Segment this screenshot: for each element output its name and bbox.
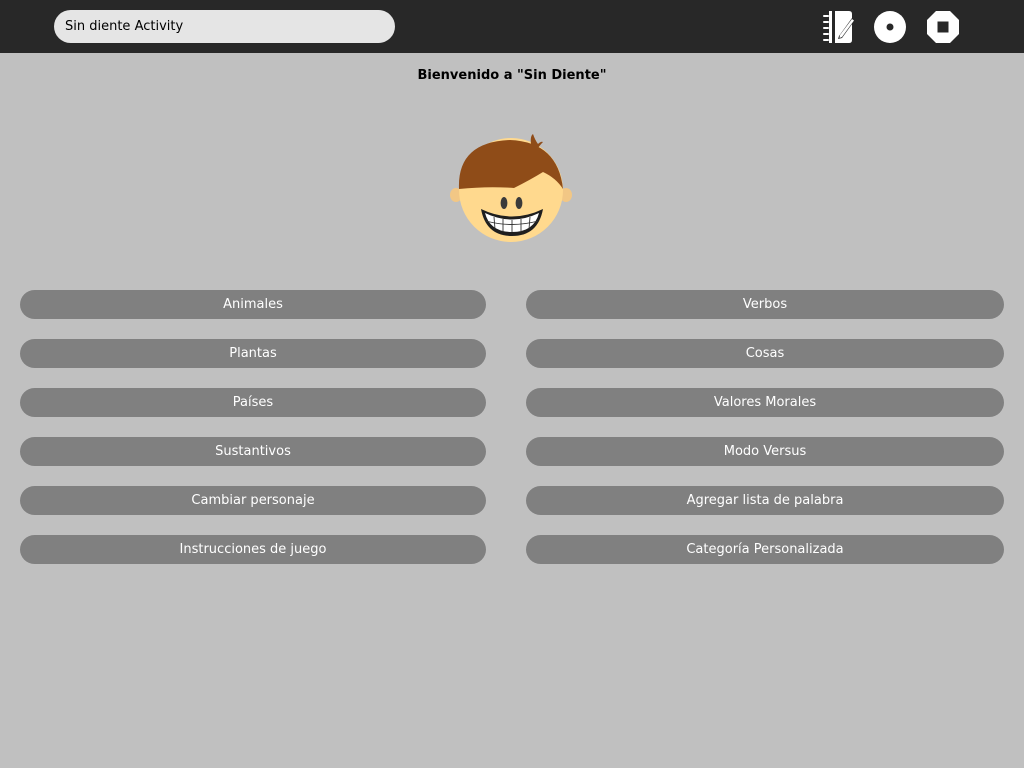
journal-button[interactable]	[819, 8, 857, 46]
category-sustantivos-button[interactable]: Sustantivos	[20, 437, 486, 466]
stop-icon	[927, 11, 959, 43]
add-word-list-button[interactable]: Agregar lista de palabra	[526, 486, 1004, 515]
activity-title-field[interactable]: Sin diente Activity	[54, 10, 395, 43]
change-character-button[interactable]: Cambiar personaje	[20, 486, 486, 515]
welcome-title: Bienvenido a "Sin Diente"	[417, 68, 607, 83]
share-icon	[874, 11, 906, 43]
category-paises-button[interactable]: Países	[20, 388, 486, 417]
category-plantas-button[interactable]: Plantas	[20, 339, 486, 368]
character-avatar	[450, 134, 572, 242]
category-cosas-button[interactable]: Cosas	[526, 339, 1004, 368]
game-instructions-button[interactable]: Instrucciones de juego	[20, 535, 486, 564]
stop-button[interactable]	[924, 8, 962, 46]
category-animales-button[interactable]: Animales	[20, 290, 486, 319]
versus-mode-button[interactable]: Modo Versus	[526, 437, 1004, 466]
custom-category-button[interactable]: Categoría Personalizada	[526, 535, 1004, 564]
share-button[interactable]	[871, 8, 909, 46]
category-verbos-button[interactable]: Verbos	[526, 290, 1004, 319]
activity-toolbar: Sin diente Activity	[0, 0, 1024, 53]
category-valores-morales-button[interactable]: Valores Morales	[526, 388, 1004, 417]
journal-icon	[823, 11, 855, 43]
